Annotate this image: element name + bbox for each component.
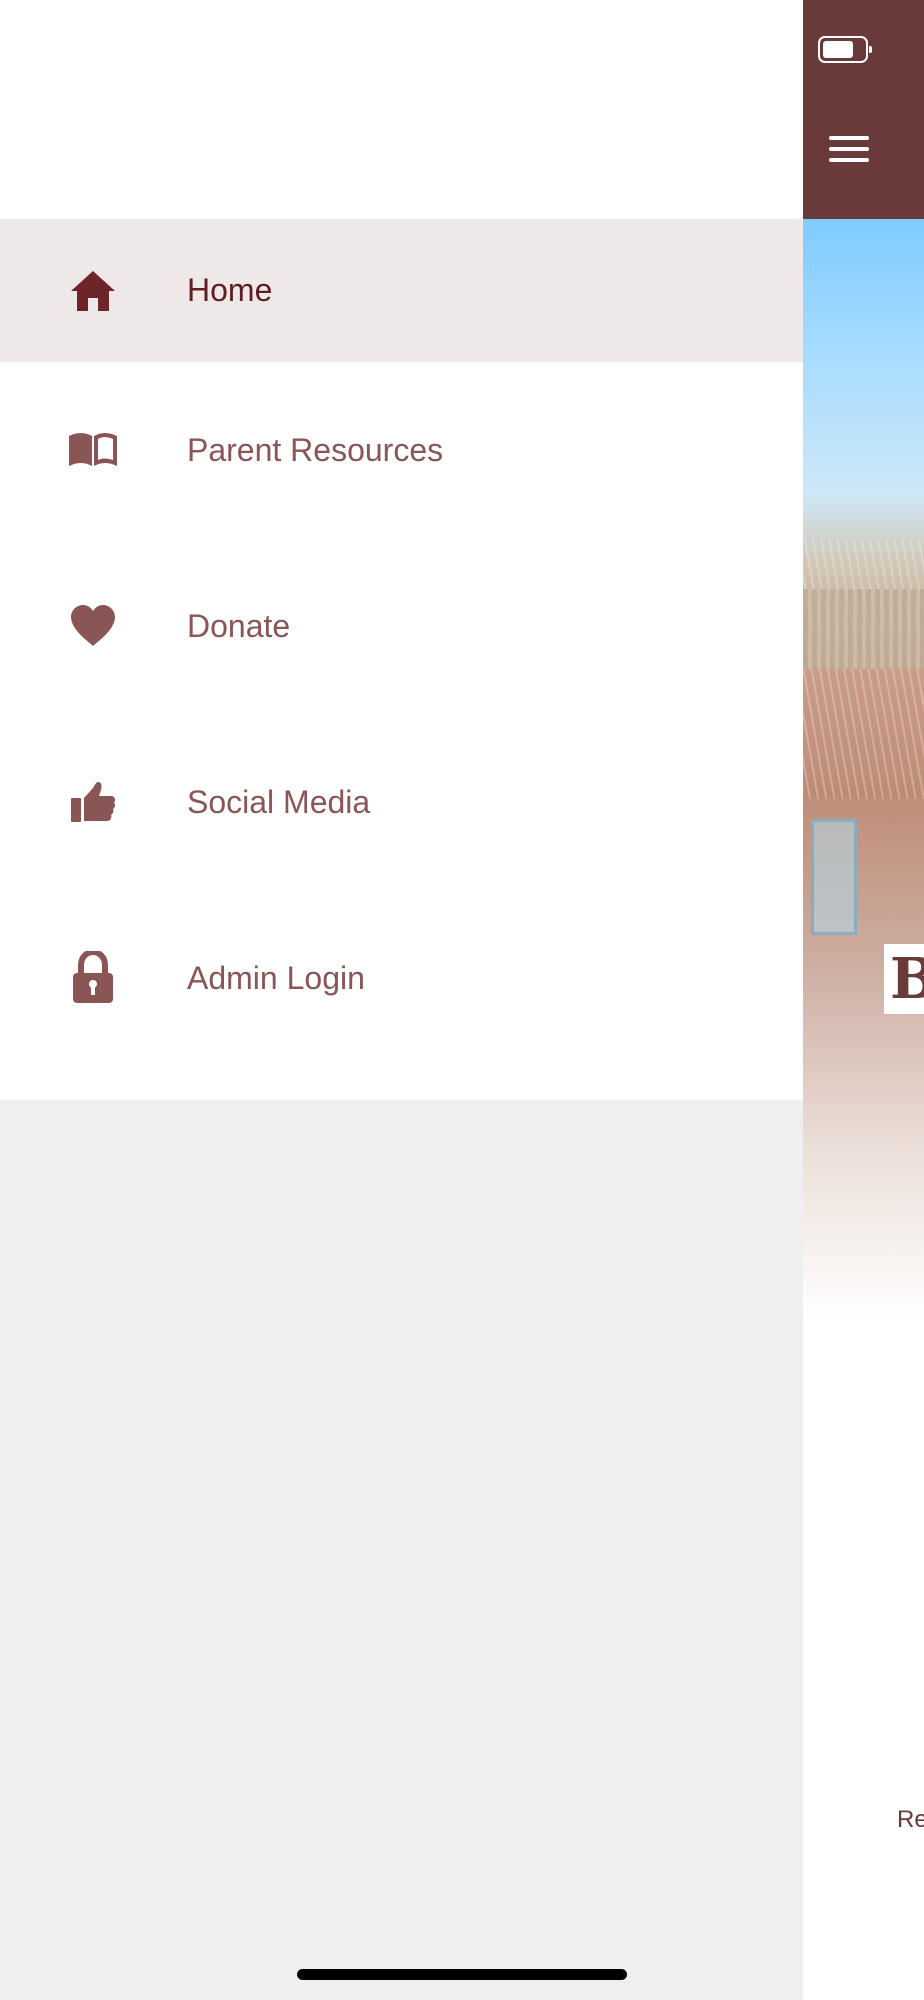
hero-trees [803,539,924,799]
menu-item-parent-resources[interactable]: Parent Resources [0,362,803,538]
heart-icon [66,599,120,653]
menu-item-label: Home [187,272,273,308]
menu-item-admin-login[interactable]: Admin Login [0,890,803,1066]
home-indicator[interactable] [297,1969,627,1980]
menu-item-donate[interactable]: Donate [0,538,803,714]
lock-icon [66,951,120,1005]
menu-item-label: Donate [187,607,291,644]
menu-item-label: Parent Resources [187,431,444,468]
hero-roof [803,589,924,669]
drawer-header [0,0,803,219]
drawer-menu: Home Parent Resources Donate Social Medi… [0,219,803,1100]
home-icon [66,264,120,318]
menu-item-label: Social Media [187,783,371,820]
hero-image [803,219,924,1319]
app-header [803,0,924,219]
menu-item-label: Admin Login [187,959,365,996]
menu-item-social-media[interactable]: Social Media [0,714,803,890]
hero-title-letter: B [884,944,924,1014]
book-icon [66,423,120,477]
battery-icon [818,36,872,63]
background-text: Re [897,1806,924,1833]
navigation-drawer: Home Parent Resources Donate Social Medi… [0,0,803,2000]
menu-item-home[interactable]: Home [0,219,803,362]
hamburger-menu-icon[interactable] [822,128,876,170]
hero-window [811,819,857,935]
thumbs-up-icon [66,775,120,829]
